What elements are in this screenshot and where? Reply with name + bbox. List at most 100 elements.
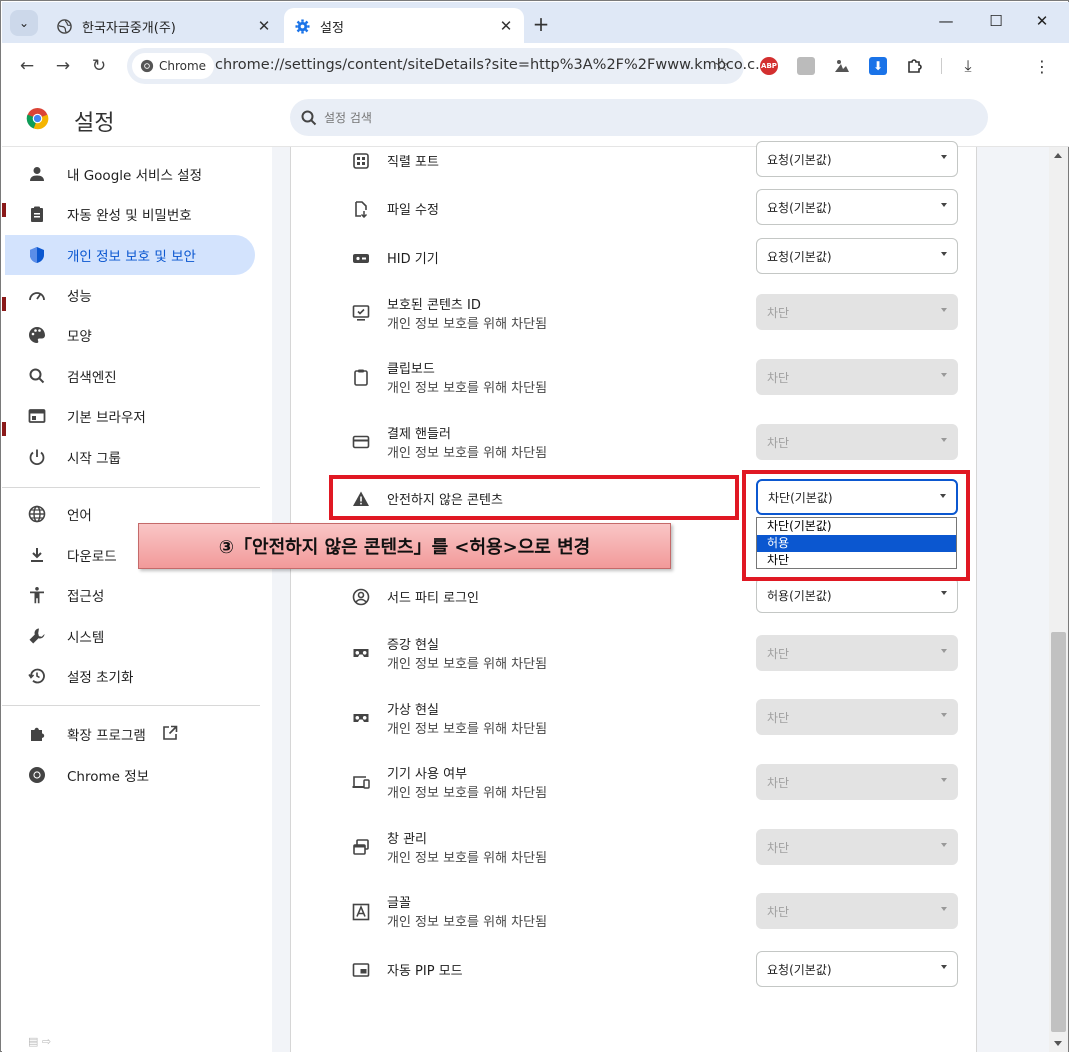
close-tab-icon[interactable]: ✕ (256, 17, 272, 35)
menu-kebab-icon[interactable]: ⋮ (1033, 57, 1051, 76)
sidebar-item-privacy[interactable]: 개인 정보 보호 및 보안 (5, 235, 255, 275)
sidebar-item-about-chrome[interactable]: Chrome 정보 (5, 755, 255, 795)
toolbar-divider (941, 58, 942, 74)
globe-icon (56, 18, 72, 34)
tab-settings[interactable]: 설정 ✕ (284, 8, 524, 44)
sidebar-item-label: 내 Google 서비스 설정 (67, 168, 202, 184)
extension-icon[interactable] (833, 57, 851, 75)
permission-title: HID 기기 (387, 252, 439, 267)
credit-card-icon (351, 432, 371, 452)
pip-icon (351, 960, 371, 980)
forward-icon[interactable]: → (53, 56, 73, 76)
chrome-icon (140, 59, 154, 73)
devices-icon (351, 772, 371, 792)
permission-select[interactable]: 요청(기본값) (756, 951, 958, 987)
sidebar-item-on-startup[interactable]: 시작 그룹 (5, 437, 255, 477)
scroll-down-arrow-icon[interactable] (1054, 1041, 1062, 1046)
permission-select[interactable]: 허용(기본값) (756, 577, 958, 613)
search-input[interactable] (324, 110, 924, 125)
tab-strip: ⌄ 한국자금중개(주) ✕ 설정 ✕ + — ☐ ✕ (2, 2, 1069, 44)
omnibox[interactable]: Chrome chrome://settings/content/siteDet… (127, 48, 769, 84)
sidebar-item-label: 시스템 (67, 630, 105, 646)
download-icon (27, 545, 47, 565)
status-bar-icons: ▤ ⇨ (28, 1035, 52, 1048)
shield-icon (27, 245, 47, 265)
profile-extension-icon[interactable] (797, 57, 815, 75)
sidebar-item-performance[interactable]: 성능 (5, 275, 255, 315)
vr-headset-icon (351, 708, 371, 728)
window-management-icon (351, 837, 371, 857)
dropdown-arrow-icon (941, 203, 947, 207)
tab-kmbco[interactable]: 한국자금중개(주) ✕ (46, 8, 282, 44)
reload-icon[interactable]: ↻ (89, 56, 109, 76)
sidebar-item-appearance[interactable]: 모양 (5, 315, 255, 355)
sidebar: 내 Google 서비스 설정 자동 완성 및 비밀번호 개인 정보 보호 및 … (2, 147, 272, 1052)
url-text[interactable]: chrome://settings/content/siteDetails?si… (215, 57, 769, 73)
sidebar-item-label: 시작 그룹 (67, 451, 121, 467)
sidebar-item-default-browser[interactable]: 기본 브라우저 (5, 396, 255, 436)
sidebar-divider (2, 705, 260, 706)
sidebar-item-system[interactable]: 시스템 (5, 616, 255, 656)
select-value: 요청(기본값) (767, 962, 832, 977)
permission-title: 자동 PIP 모드 (387, 964, 463, 979)
select-value: 차단 (767, 305, 790, 320)
sidebar-item-label: 검색엔진 (67, 370, 117, 386)
chrome-chip[interactable]: Chrome (132, 53, 215, 79)
permission-title: 서드 파티 로그인 (387, 591, 479, 606)
permission-subtitle: 개인 정보 보호를 위해 차단됨 (387, 722, 548, 737)
sidebar-item-label: Chrome 정보 (67, 769, 150, 785)
permission-title: 글꼴 (387, 896, 411, 911)
permission-select: 차단 (756, 829, 958, 865)
download-extension-icon[interactable]: ⬇ (869, 57, 887, 75)
select-value: 허용(기본값) (767, 588, 832, 603)
maximize-icon[interactable]: ☐ (984, 12, 1008, 34)
dropdown-arrow-icon (941, 965, 947, 969)
sidebar-item-accessibility[interactable]: 접근성 (5, 575, 255, 615)
settings-search[interactable] (290, 99, 988, 136)
dropdown-arrow-icon (941, 438, 947, 442)
dropdown-arrow-icon (941, 373, 947, 377)
tab-search-button[interactable]: ⌄ (10, 10, 38, 36)
clipboard-icon (27, 204, 47, 224)
gauge-icon (27, 285, 47, 305)
sidebar-item-label: 확장 프로그램 (67, 728, 146, 744)
bookmark-star-icon[interactable]: ☆ (714, 55, 730, 76)
permission-select[interactable]: 요청(기본값) (756, 141, 958, 177)
sidebar-item-label: 자동 완성 및 비밀번호 (67, 208, 192, 224)
permission-select[interactable]: 요청(기본값) (756, 238, 958, 274)
annotation-callout: ③「안전하지 않은 콘텐츠」를 <허용>으로 변경 (138, 523, 671, 569)
dropdown-arrow-icon (941, 591, 947, 595)
scrollbar[interactable] (1049, 147, 1068, 1052)
sidebar-item-google-services[interactable]: 내 Google 서비스 설정 (5, 154, 255, 194)
downloads-icon[interactable]: ⤓ (959, 56, 977, 75)
sidebar-item-autofill[interactable]: 자동 완성 및 비밀번호 (5, 194, 255, 234)
sidebar-item-label: 개인 정보 보호 및 보안 (67, 249, 196, 265)
sidebar-item-extensions[interactable]: 확장 프로그램 (5, 714, 255, 754)
scroll-up-arrow-icon[interactable] (1054, 153, 1062, 158)
back-icon[interactable]: ← (17, 56, 37, 76)
sidebar-divider (2, 487, 260, 488)
close-window-icon[interactable]: ✕ (1030, 12, 1054, 34)
minimize-icon[interactable]: — (934, 12, 958, 34)
dropdown-arrow-icon (941, 778, 947, 782)
sidebar-item-search-engine[interactable]: 검색엔진 (5, 356, 255, 396)
permission-select[interactable]: 요청(기본값) (756, 189, 958, 225)
sidebar-item-reset[interactable]: 설정 초기화 (5, 656, 255, 696)
permission-title: 직렬 포트 (387, 155, 439, 170)
new-tab-button[interactable]: + (530, 12, 552, 36)
scroll-thumb[interactable] (1051, 632, 1066, 1032)
close-tab-icon[interactable]: ✕ (498, 17, 514, 35)
sidebar-item-label: 다운로드 (67, 549, 117, 565)
clipboard-icon (351, 367, 371, 387)
permission-title: 파일 수정 (387, 203, 439, 218)
wrench-icon (27, 626, 47, 646)
permission-title: 가상 현실 (387, 703, 439, 718)
open-in-new-icon (162, 725, 180, 743)
permission-subtitle: 개인 정보 보호를 위해 차단됨 (387, 446, 548, 461)
permission-select: 차단 (756, 893, 958, 929)
dropdown-arrow-icon (941, 649, 947, 653)
dropdown-arrow-icon (941, 907, 947, 911)
tab-title: 설정 (320, 20, 344, 36)
puzzle-icon[interactable] (905, 57, 923, 75)
adblock-icon[interactable]: ABP (760, 57, 778, 75)
